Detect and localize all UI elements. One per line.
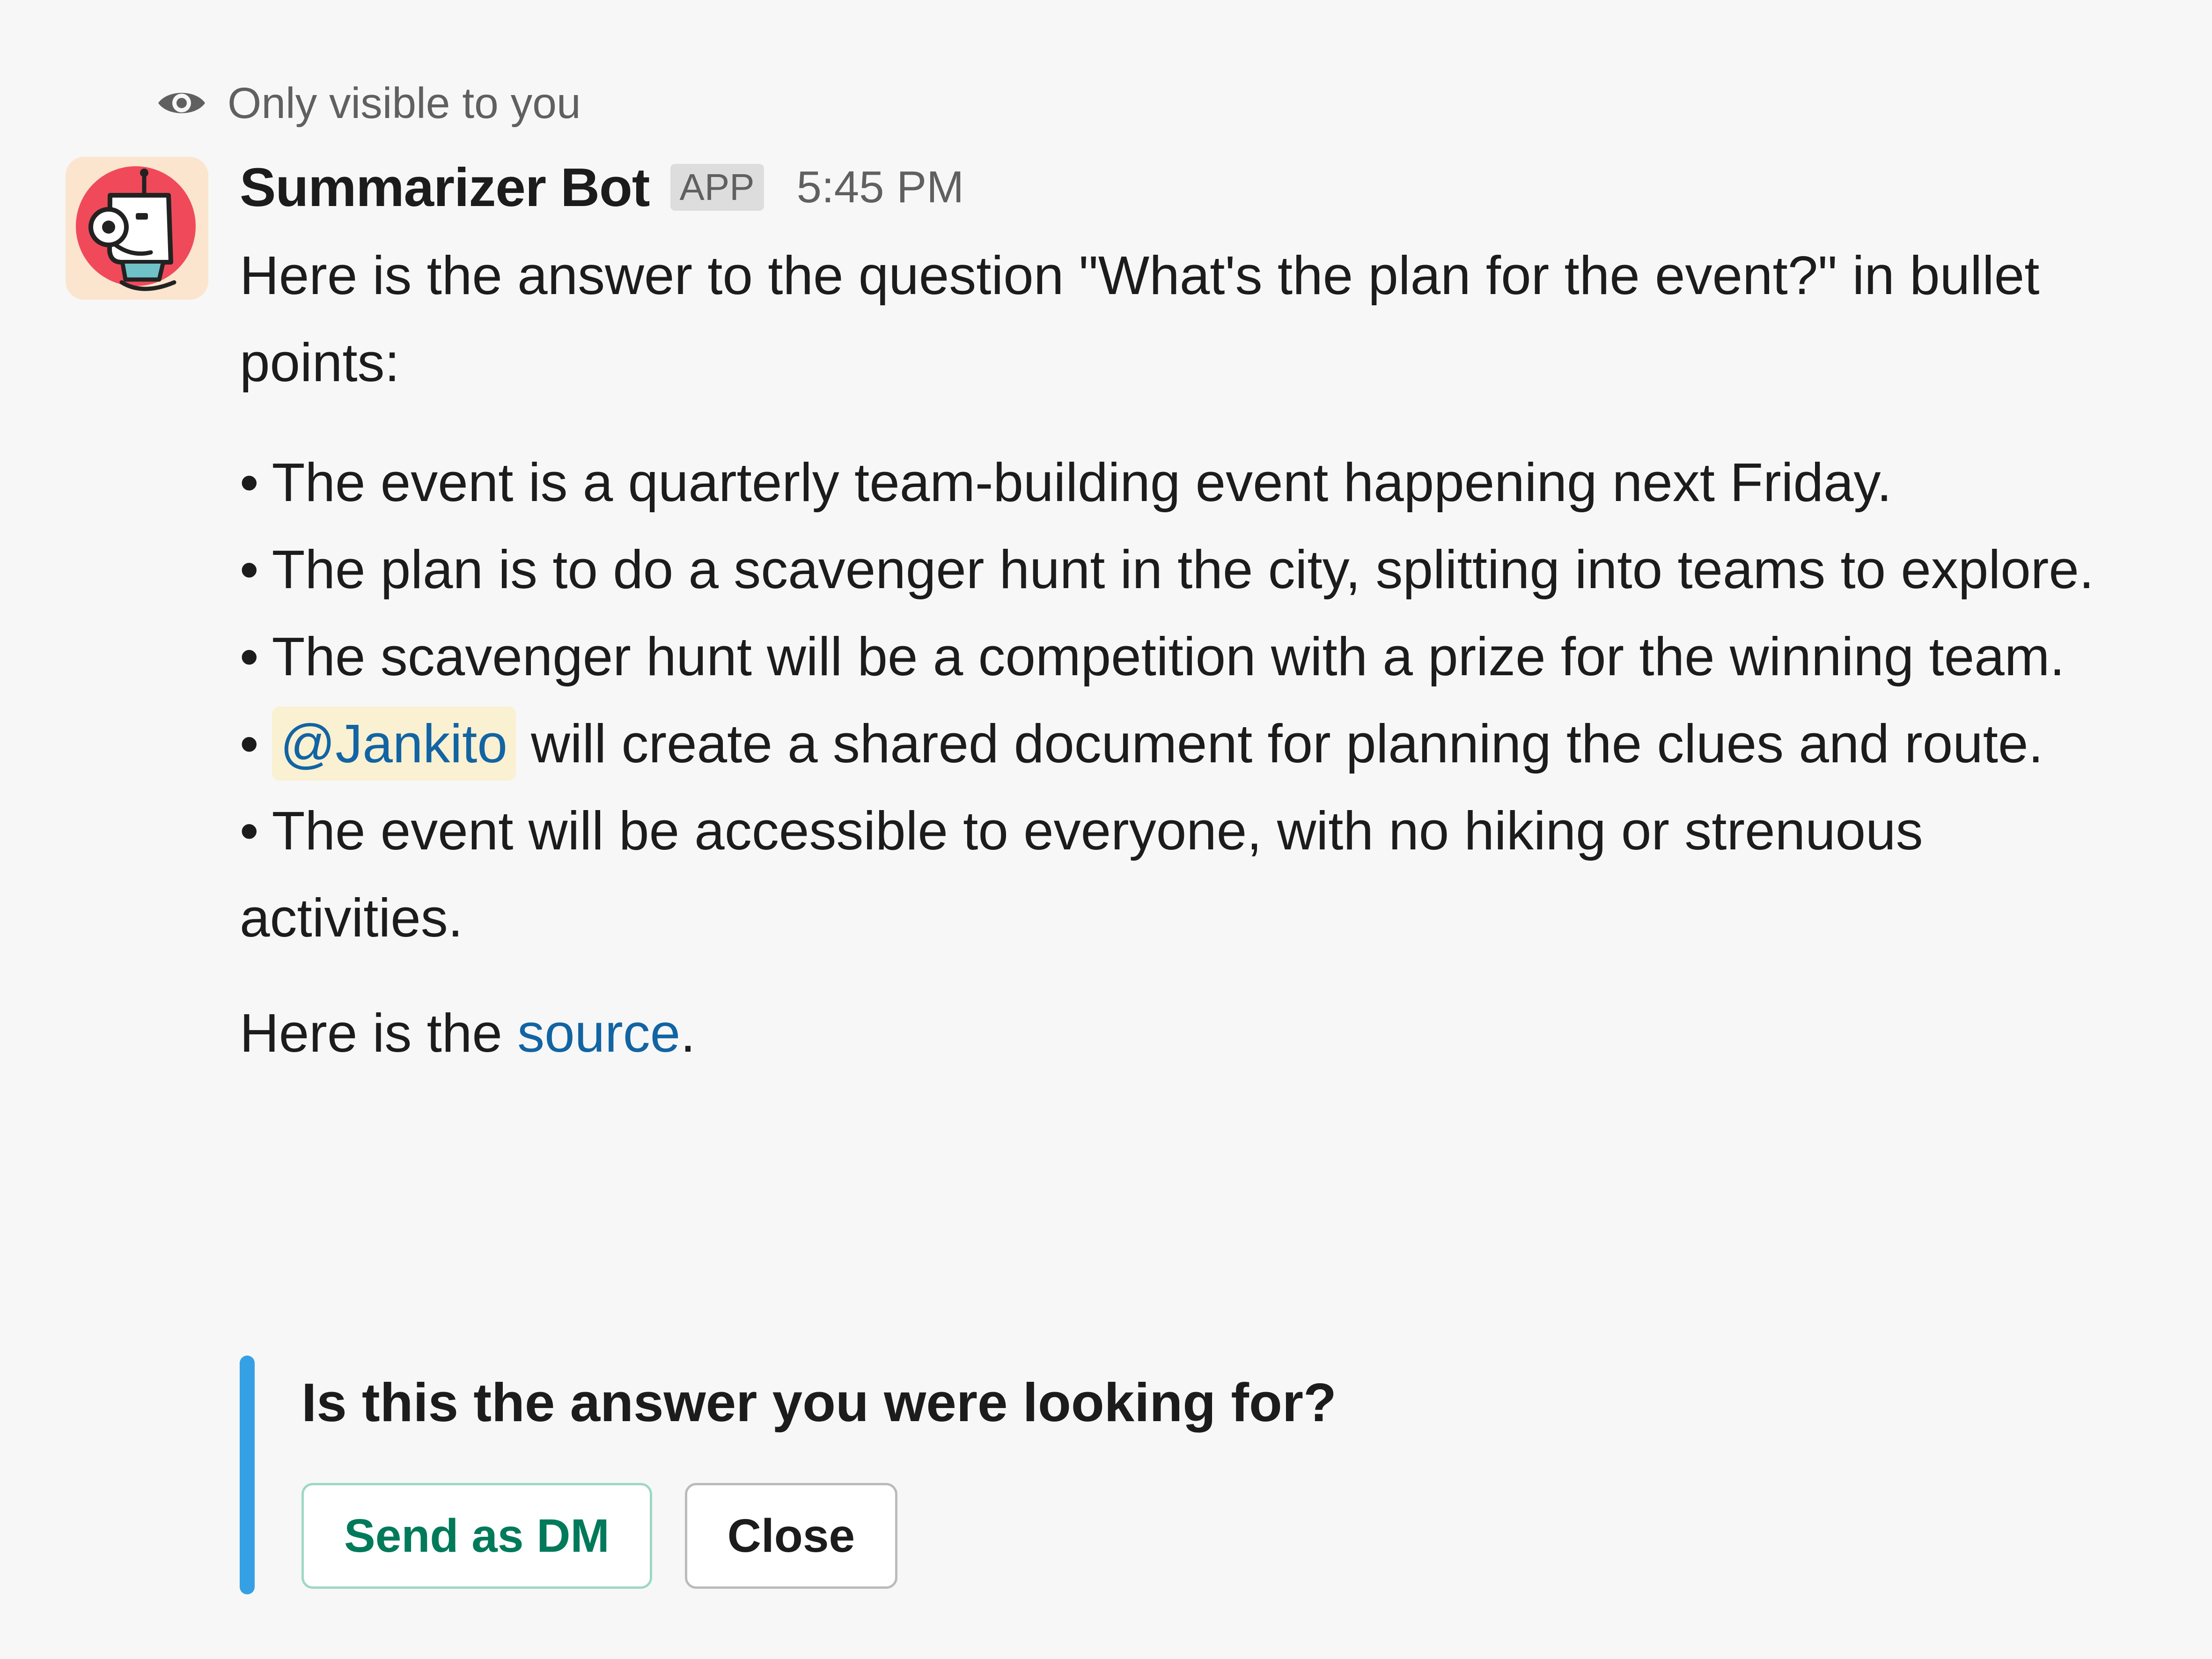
sender-name[interactable]: Summarizer Bot: [240, 156, 650, 219]
list-item: • The plan is to do a scavenger hunt in t…: [240, 526, 2112, 613]
attachment-content: Is this the answer you were looking for?…: [301, 1356, 1337, 1594]
list-item: • The event will be accessible to everyon…: [240, 787, 2112, 961]
button-row: Send as DM Close: [301, 1483, 1337, 1589]
message-timestamp[interactable]: 5:45 PM: [797, 162, 964, 213]
eye-icon: [158, 93, 205, 113]
attachment-bar: [240, 1356, 255, 1594]
avatar[interactable]: [66, 157, 208, 300]
source-prefix: Here is the: [240, 1003, 518, 1063]
bullet-dot: •: [240, 626, 259, 687]
bullet-text: The plan is to do a scavenger hunt in th…: [272, 539, 2094, 600]
source-link[interactable]: source: [517, 1003, 680, 1063]
bullet-dot: •: [240, 800, 259, 861]
source-suffix: .: [680, 1003, 696, 1063]
bullet-text: The scavenger hunt will be a competition…: [272, 626, 2065, 687]
robot-headset-icon: [66, 157, 208, 300]
user-mention[interactable]: @Jankito: [272, 707, 516, 781]
visibility-note: Only visible to you: [156, 77, 581, 129]
bullet-dot: •: [240, 713, 259, 774]
list-item: • The scavenger hunt will be a competitio…: [240, 613, 2112, 700]
attachment-title: Is this the answer you were looking for?: [301, 1372, 1337, 1433]
list-item: • @Jankito will create a shared document …: [240, 700, 2112, 787]
bullet-dot: •: [240, 452, 259, 513]
bullet-dot: •: [240, 539, 259, 600]
list-item: • The event is a quarterly team-building …: [240, 439, 2112, 526]
source-line: Here is the source.: [240, 989, 2112, 1077]
bullet-text: The event is a quarterly team-building e…: [272, 452, 1892, 513]
visibility-note-text: Only visible to you: [228, 78, 581, 127]
bullet-list: • The event is a quarterly team-building …: [240, 439, 2112, 961]
message-body: Here is the answer to the question "What…: [240, 232, 2112, 1077]
message-header: Summarizer Bot APP 5:45 PM: [240, 155, 964, 220]
send-as-dm-button[interactable]: Send as DM: [301, 1483, 652, 1589]
app-badge: APP: [670, 164, 764, 211]
feedback-attachment: Is this the answer you were looking for?…: [240, 1356, 1831, 1594]
close-button[interactable]: Close: [684, 1483, 898, 1589]
bullet-text: The event will be accessible to everyone…: [240, 800, 1923, 948]
bullet-text: will create a shared document for planni…: [531, 713, 2043, 774]
message-intro: Here is the answer to the question "What…: [240, 245, 2040, 393]
